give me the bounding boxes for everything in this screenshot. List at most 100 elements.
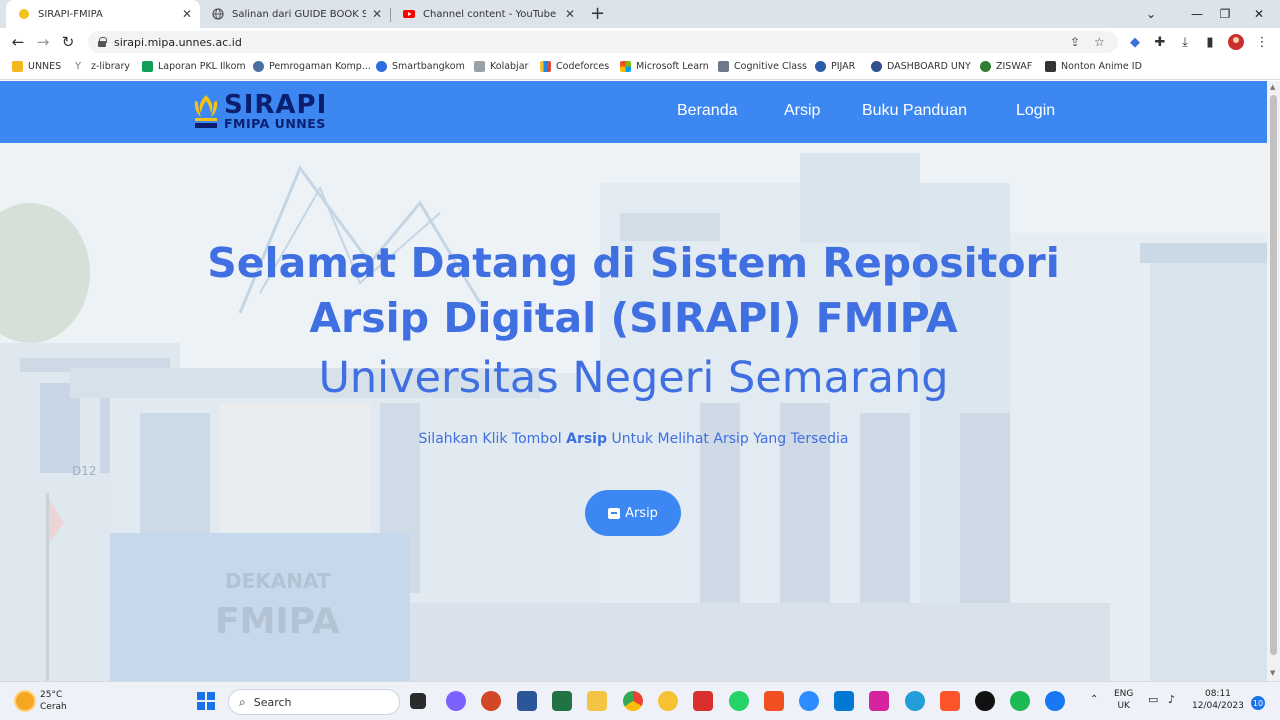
task-view-icon[interactable] <box>410 693 426 709</box>
sirapi-favicon-icon <box>18 8 30 20</box>
bookmark-laporan-pkl[interactable]: Laporan PKL Ilkom <box>142 61 246 72</box>
bookmark-label: ZISWAF <box>996 61 1033 72</box>
site-icon <box>1045 61 1056 72</box>
scroll-up-icon[interactable]: ▲ <box>1270 83 1275 91</box>
bookmark-label: DASHBOARD UNY <box>887 61 971 72</box>
bookmark-ziswaf[interactable]: ZISWAF <box>980 61 1032 72</box>
telegram-icon[interactable] <box>905 691 925 711</box>
site-icon <box>718 61 729 72</box>
hero-title-line2: Arsip Digital (SIRAPI) FMIPA <box>309 294 958 342</box>
chrome-icon[interactable] <box>623 691 643 711</box>
profile-avatar[interactable] <box>1227 33 1245 51</box>
nav-buku-panduan[interactable]: Buku Panduan <box>862 102 967 120</box>
bookmark-dashboard-uny[interactable]: DASHBOARD UNY <box>871 61 971 72</box>
side-panel-icon[interactable]: ▮ <box>1201 33 1219 51</box>
bookmark-label: PIJAR <box>831 61 856 72</box>
close-tab-icon[interactable]: ✕ <box>182 7 192 21</box>
bookmark-label: Microsoft Learn <box>636 61 709 72</box>
instagram-icon[interactable] <box>869 691 889 711</box>
windows-start-icon[interactable] <box>197 692 215 710</box>
sun-weather-icon <box>16 692 34 710</box>
extension-graduation-icon[interactable]: ◆ <box>1126 33 1144 51</box>
bookmark-label: Codeforces <box>556 61 610 72</box>
close-tab-icon[interactable]: ✕ <box>565 7 575 21</box>
zoom-icon[interactable] <box>799 691 819 711</box>
network-icon[interactable]: ▭ <box>1148 694 1158 706</box>
folder-icon <box>12 61 23 72</box>
page-scrollbar[interactable]: ▲ ▼ <box>1267 81 1280 681</box>
keyboard-layout: UK <box>1117 701 1130 711</box>
puzzle-extensions-icon[interactable]: ✚ <box>1151 33 1169 51</box>
bookmark-unnes[interactable]: UNNES <box>12 61 61 72</box>
bookmark-z-library[interactable]: Yz-library <box>75 61 130 72</box>
forward-arrow-icon[interactable]: → <box>33 32 53 52</box>
arsip-button-label: Arsip <box>625 505 658 521</box>
brave-icon[interactable] <box>940 691 960 711</box>
file-explorer-icon[interactable] <box>587 691 607 711</box>
facebook-icon[interactable] <box>1045 691 1065 711</box>
menu-kebab-icon[interactable]: ⋮ <box>1253 33 1271 51</box>
taskbar-search-box[interactable]: ⌕ Search <box>228 689 400 715</box>
bookmark-microsoft-learn[interactable]: Microsoft Learn <box>620 61 709 72</box>
tiktok-icon[interactable] <box>975 691 995 711</box>
bookmark-label: z-library <box>91 61 130 72</box>
bookmarks-bar: UNNES Yz-library Laporan PKL Ilkom Pemro… <box>0 56 1280 80</box>
language-indicator[interactable]: ENG UK <box>1114 688 1133 712</box>
bookmark-pemrogaman[interactable]: Pemrogaman Komp... <box>253 61 371 72</box>
word-icon[interactable] <box>517 691 537 711</box>
bookmark-pijar[interactable]: PIJAR <box>815 61 855 72</box>
bookmark-kolabjar[interactable]: Kolabjar <box>474 61 528 72</box>
notification-count-badge[interactable]: 10 <box>1251 696 1265 710</box>
bookmark-label: Kolabjar <box>490 61 529 72</box>
tab-title: Channel content - YouTube Studi <box>423 8 559 20</box>
reload-icon[interactable]: ↻ <box>58 32 78 52</box>
tray-chevron-icon[interactable]: ⌃ <box>1090 694 1098 706</box>
powerpoint-icon[interactable] <box>481 691 501 711</box>
tab-guide-book[interactable]: Salinan dari GUIDE BOOK SIRAPI ✕ <box>200 0 390 28</box>
share-icon[interactable]: ⇪ <box>1070 35 1080 49</box>
hero-university: Universitas Negeri Semarang <box>318 353 949 403</box>
site-icon <box>253 61 264 72</box>
tab-title: SIRAPI-FMIPA <box>38 8 103 20</box>
microsoft-store-icon[interactable] <box>834 691 854 711</box>
close-window-button[interactable]: ✕ <box>1236 0 1280 28</box>
spotify-icon[interactable] <box>1010 691 1030 711</box>
back-arrow-icon[interactable]: ← <box>8 32 28 52</box>
sirapi-logo[interactable]: SIRAPI FMIPA UNNES <box>192 92 327 131</box>
arsip-button[interactable]: Arsip <box>585 490 681 536</box>
bookmark-label: Cognitive Class <box>734 61 807 72</box>
download-icon[interactable]: ⤓ <box>1176 33 1194 51</box>
bookmark-codeforces[interactable]: Codeforces <box>540 61 609 72</box>
nav-login[interactable]: Login <box>1016 102 1055 120</box>
scrollbar-thumb[interactable] <box>1270 95 1277 655</box>
nav-arsip[interactable]: Arsip <box>784 102 820 120</box>
bookmark-smartbangkom[interactable]: Smartbangkom <box>376 61 465 72</box>
logo-text: SIRAPI FMIPA UNNES <box>224 92 327 131</box>
nav-beranda[interactable]: Beranda <box>677 102 738 120</box>
tab-youtube-studio[interactable]: Channel content - YouTube Studi ✕ <box>391 0 583 28</box>
weather-description: Cerah <box>40 702 67 712</box>
address-bar[interactable]: sirapi.mipa.unnes.ac.id ⇪ ☆ <box>88 31 1118 53</box>
new-tab-button[interactable]: + <box>590 3 605 24</box>
tab-sirapi[interactable]: SIRAPI-FMIPA ✕ <box>6 0 200 28</box>
volume-icon[interactable]: ♪ <box>1168 694 1175 706</box>
bookmark-cognitive-class[interactable]: Cognitive Class <box>718 61 807 72</box>
instruction-post: Untuk Melihat Arsip Yang Tersedia <box>611 431 849 447</box>
notification-bell-app-icon[interactable] <box>658 691 678 711</box>
chat-icon[interactable] <box>446 691 466 711</box>
clock-date: 12/04/2023 <box>1192 701 1244 711</box>
whatsapp-icon[interactable] <box>729 691 749 711</box>
scroll-down-icon[interactable]: ▼ <box>1270 669 1275 677</box>
bookmark-nonton-anime[interactable]: Nonton Anime ID <box>1045 61 1142 72</box>
weather-widget[interactable]: 25°C Cerah <box>16 689 67 713</box>
bookmark-label: Pemrogaman Komp... <box>269 61 371 72</box>
close-tab-icon[interactable]: ✕ <box>372 7 382 21</box>
instruction-pre: Silahkan Klik Tombol <box>418 431 562 447</box>
clock[interactable]: 08:11 12/04/2023 <box>1192 688 1244 712</box>
office-icon[interactable] <box>764 691 784 711</box>
excel-icon[interactable] <box>552 691 572 711</box>
bookmark-star-icon[interactable]: ☆ <box>1094 35 1105 49</box>
tab-search-chevron-icon[interactable]: ⌄ <box>1128 0 1174 28</box>
app-red-icon[interactable] <box>693 691 713 711</box>
instruction-bold: Arsip <box>566 431 608 447</box>
